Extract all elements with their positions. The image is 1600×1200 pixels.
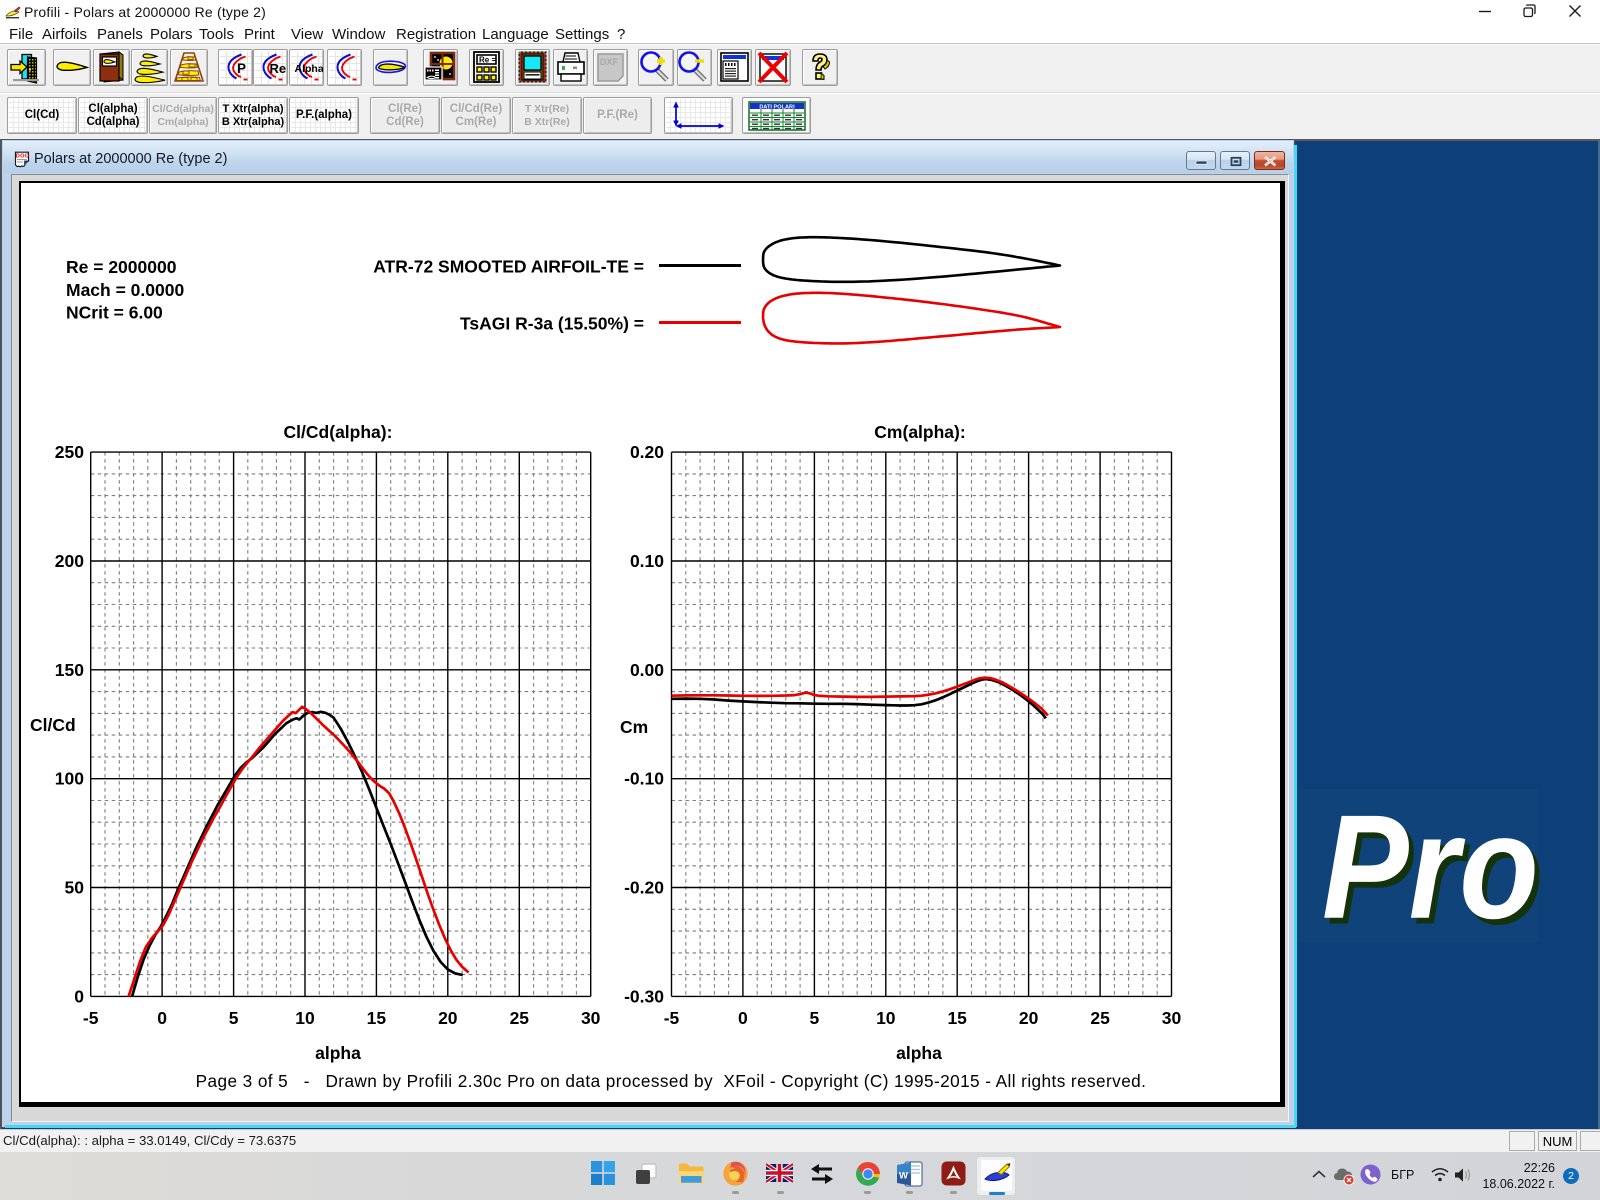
svg-text:250: 250 [55,442,84,462]
svg-text:Cm: Cm [620,717,648,737]
svg-text:5: 5 [229,1008,239,1028]
svg-text:20: 20 [438,1008,458,1028]
svg-text:200: 200 [55,551,84,571]
svg-text:Page 3 of 5 - Drawn by Pro: Page 3 of 5 - Drawn by Profili 2.30c Pro… [196,1071,1147,1091]
svg-text:5: 5 [810,1008,820,1028]
svg-text:P: P [237,61,246,76]
svg-text:-0.20: -0.20 [624,878,664,898]
svg-text:15: 15 [947,1008,967,1028]
svg-text:0.00: 0.00 [630,660,664,680]
svg-text:NCrit = 6.00: NCrit = 6.00 [66,303,163,323]
svg-text:0.10: 0.10 [630,551,664,571]
svg-text:30: 30 [581,1008,601,1028]
svg-text:10: 10 [876,1008,896,1028]
svg-text:0.20: 0.20 [630,442,664,462]
svg-text:ATR-72 SMOOTED AIRFOIL-TE =: ATR-72 SMOOTED AIRFOIL-TE = [373,257,644,277]
svg-text:W: W [899,1171,908,1182]
svg-text:150: 150 [55,660,84,680]
svg-text:0: 0 [74,986,84,1006]
svg-text:Cm(alpha):: Cm(alpha): [874,422,965,442]
svg-text:0: 0 [157,1008,167,1028]
svg-text:30: 30 [1162,1008,1182,1028]
svg-text:-0.10: -0.10 [624,769,664,789]
svg-text:100: 100 [55,769,84,789]
svg-text:Alpha: Alpha [295,63,324,75]
svg-text:alpha: alpha [315,1043,361,1063]
svg-text:-5: -5 [83,1008,99,1028]
svg-text:25: 25 [510,1008,530,1028]
svg-text:Re = 2000000: Re = 2000000 [66,257,177,277]
svg-text:Re: Re [270,61,287,76]
svg-text:TsAGI R-3a (15.50%) =: TsAGI R-3a (15.50%) = [460,314,644,334]
svg-text:Mach = 0.0000: Mach = 0.0000 [66,280,184,300]
svg-text:DATI POLARI: DATI POLARI [759,104,795,110]
svg-text:DOC: DOC [16,154,29,160]
svg-text:-5: -5 [664,1008,680,1028]
svg-text:10: 10 [295,1008,315,1028]
svg-text:20: 20 [1019,1008,1039,1028]
svg-text:0: 0 [738,1008,748,1028]
svg-text:DXF: DXF [600,57,619,67]
svg-text:Cl/Cd: Cl/Cd [30,715,76,735]
svg-text:alpha: alpha [896,1043,942,1063]
svg-text:Re =: Re = [479,56,496,65]
svg-text:25: 25 [1090,1008,1110,1028]
svg-text:15: 15 [367,1008,387,1028]
svg-text:-0.30: -0.30 [624,986,664,1006]
svg-text:Cl/Cd(alpha):: Cl/Cd(alpha): [284,422,393,442]
svg-text:50: 50 [65,878,85,898]
